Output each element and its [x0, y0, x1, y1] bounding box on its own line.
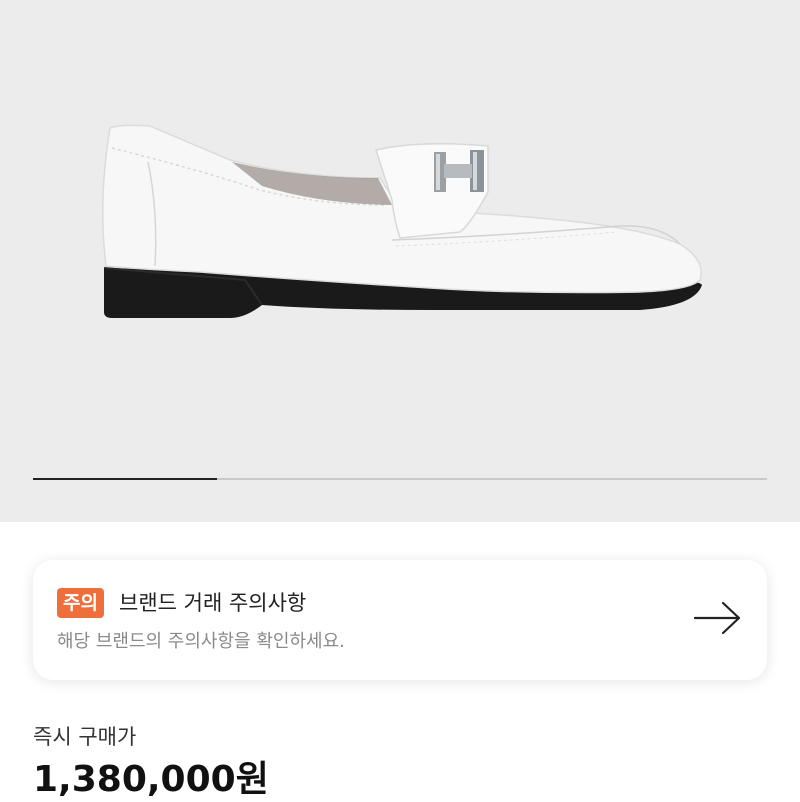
- brand-notice-card[interactable]: 주의 브랜드 거래 주의사항 해당 브랜드의 주의사항을 확인하세요.: [33, 560, 767, 680]
- image-progress-fill: [33, 478, 217, 480]
- product-image[interactable]: [0, 0, 800, 522]
- instant-buy-price-label: 즉시 구매가: [33, 725, 137, 749]
- instant-buy-price: 1,380,000원: [33, 759, 269, 800]
- arrow-right-icon[interactable]: [693, 600, 743, 636]
- notice-badge: 주의: [57, 588, 104, 618]
- notice-title: 브랜드 거래 주의사항: [119, 591, 307, 615]
- notice-subtitle: 해당 브랜드의 주의사항을 확인하세요.: [57, 631, 345, 652]
- product-image-gallery[interactable]: [0, 0, 800, 522]
- image-progress-track: [33, 478, 767, 480]
